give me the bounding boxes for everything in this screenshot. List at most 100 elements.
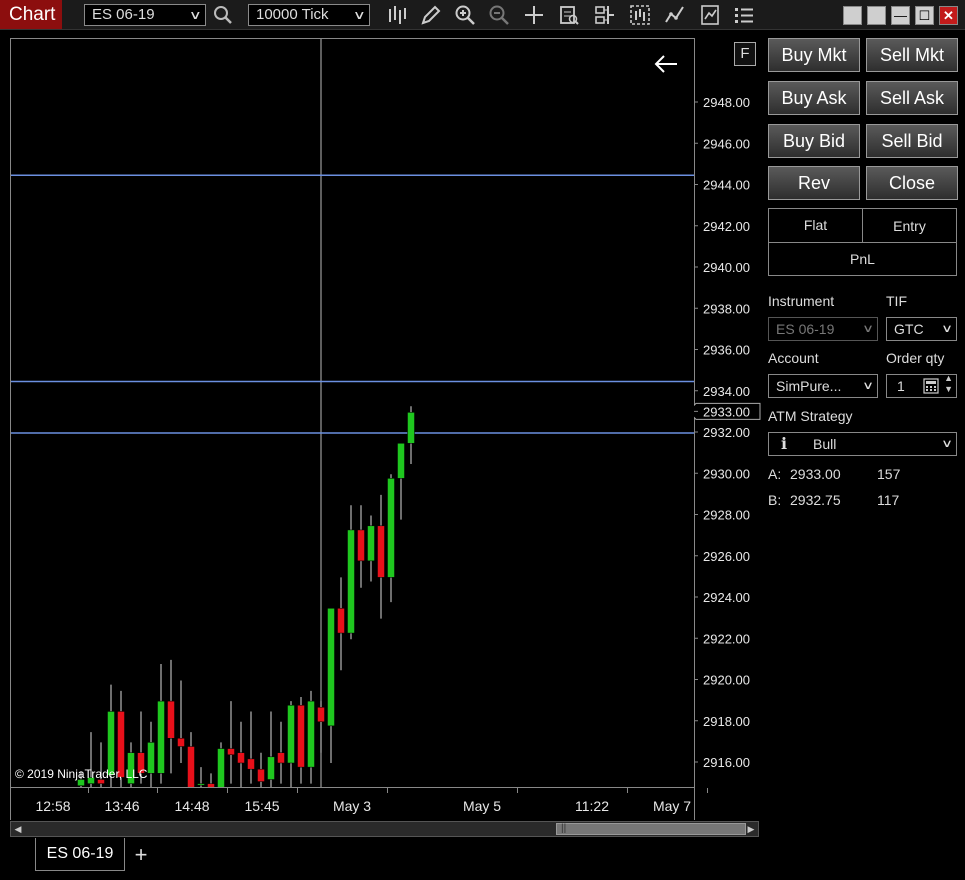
chart-scrollbar[interactable]: ◀ || ▶: [10, 821, 759, 837]
time-axis-label: 14:48: [174, 798, 210, 814]
candle-up: [307, 700, 315, 768]
instrument-selector[interactable]: ES 06-19 ∨: [84, 4, 206, 26]
templates-icon[interactable]: [698, 3, 722, 27]
reverse-button[interactable]: Rev: [768, 166, 860, 200]
scroll-left-icon[interactable]: ◀: [11, 822, 25, 836]
indicators-icon[interactable]: [593, 3, 617, 27]
account-select-value: SimPure...: [776, 378, 842, 394]
chart-panel[interactable]: © 2019 NinjaTrader, LLC: [10, 38, 695, 788]
price-axis-label: 2940.00: [703, 260, 750, 275]
scroll-right-icon[interactable]: ▶: [744, 822, 758, 836]
candle-down: [227, 748, 235, 755]
tif-label: TIF: [886, 293, 907, 309]
close-window-button[interactable]: ✕: [939, 6, 958, 25]
position-entry: Entry: [893, 218, 926, 234]
time-axis-tick: [297, 788, 298, 793]
atm-strategy-value: Bull: [813, 436, 837, 452]
grip-icon: ||: [561, 823, 567, 834]
bid-size: 117: [877, 492, 900, 508]
sell-mkt-button[interactable]: Sell Mkt: [866, 38, 958, 72]
candle-up: [367, 525, 375, 562]
buy-mkt-button[interactable]: Buy Mkt: [768, 38, 860, 72]
candle-down: [187, 746, 195, 787]
data-box-icon[interactable]: [557, 3, 581, 27]
ask-label: A:: [768, 466, 782, 482]
chart-properties-icon[interactable]: [628, 3, 652, 27]
sell-ask-button[interactable]: Sell Ask: [866, 81, 958, 115]
time-axis-tick: [227, 788, 228, 793]
candle-up: [147, 742, 155, 774]
strategies-icon[interactable]: [663, 3, 687, 27]
scroll-thumb[interactable]: ||: [556, 823, 746, 835]
zoom-out-icon[interactable]: [487, 3, 511, 27]
candle-down: [247, 758, 255, 770]
chevron-down-icon: ∨: [940, 438, 954, 450]
account-label: Account: [768, 350, 819, 366]
buy-bid-button[interactable]: Buy Bid: [768, 124, 860, 158]
time-axis-tick: [157, 788, 158, 793]
account-select[interactable]: SimPure... ∨: [768, 374, 878, 398]
copyright-text: © 2019 NinjaTrader, LLC: [15, 767, 148, 781]
info-icon[interactable]: i: [781, 434, 787, 453]
candle-down: [177, 738, 185, 747]
maximize-button[interactable]: ☐: [915, 6, 934, 25]
bid-price: 2932.75: [790, 492, 841, 508]
candle-down: [357, 529, 365, 562]
price-axis-label: 2942.00: [703, 219, 750, 234]
tif-select[interactable]: GTC ∨: [886, 317, 957, 341]
time-axis-tick: [517, 788, 518, 793]
price-axis-label: 2938.00: [703, 301, 750, 316]
price-axis-label: 2946.00: [703, 136, 750, 151]
arrow-left-icon[interactable]: [652, 50, 680, 78]
time-axis-label: 13:46: [104, 798, 140, 814]
candle-down: [277, 752, 285, 764]
window-option-button[interactable]: [843, 6, 862, 25]
tab-strip: ES 06-19 +: [0, 838, 965, 880]
candle-up: [407, 412, 415, 444]
buy-ask-button[interactable]: Buy Ask: [768, 81, 860, 115]
candle-down: [317, 707, 325, 722]
price-axis[interactable]: 2948.00 2946.00 2944.00 2942.00 2940.00 2938.…: [694, 38, 764, 788]
order-qty-stepper[interactable]: 1 ▲ ▼: [886, 374, 957, 398]
instrument-label: Instrument: [768, 293, 835, 309]
price-axis-label: 2936.00: [703, 343, 750, 358]
candle-up: [397, 443, 405, 479]
atm-strategy-select[interactable]: i Bull ∨: [768, 432, 957, 456]
time-axis[interactable]: 12:58 13:46 14:48 15:45 May 3 May 5 11:22 May 7: [10, 788, 708, 820]
search-icon[interactable]: [211, 3, 235, 27]
candle-down: [237, 752, 245, 764]
close-icon: ✕: [943, 8, 954, 23]
position-pnl: PnL: [850, 251, 875, 267]
price-chart[interactable]: [11, 39, 695, 788]
price-axis-label: 2934.00: [703, 384, 750, 399]
sell-bid-button[interactable]: Sell Bid: [866, 124, 958, 158]
stepper-arrows-icon[interactable]: ▲ ▼: [944, 375, 953, 395]
instrument-selector-value: ES 06-19: [92, 6, 155, 23]
zoom-in-icon[interactable]: [453, 3, 477, 27]
calculator-icon[interactable]: [923, 378, 939, 394]
price-axis-label: 2916.00: [703, 755, 750, 770]
bar-type-icon[interactable]: [385, 3, 409, 27]
candle-down: [167, 700, 175, 739]
close-position-button[interactable]: Close: [866, 166, 958, 200]
interval-selector[interactable]: 10000 Tick ∨: [248, 4, 370, 26]
price-axis-label: 2932.00: [703, 425, 750, 440]
bid-label: B:: [768, 492, 782, 508]
add-tab-button[interactable]: +: [128, 842, 154, 868]
list-menu-icon[interactable]: [732, 3, 756, 27]
minimize-button[interactable]: —: [891, 6, 910, 25]
f-button[interactable]: F: [734, 42, 756, 66]
window-option-button[interactable]: [867, 6, 886, 25]
price-axis-label: 2928.00: [703, 508, 750, 523]
candle-down: [297, 705, 305, 768]
price-axis-label: 2944.00: [703, 178, 750, 193]
price-axis-label: 2948.00: [703, 95, 750, 110]
drawing-tool-pencil-icon[interactable]: [419, 3, 443, 27]
tab-es-06-19[interactable]: ES 06-19: [35, 838, 125, 871]
crosshair-icon[interactable]: [522, 3, 546, 27]
time-axis-label: 15:45: [244, 798, 280, 814]
time-axis-label: May 5: [462, 798, 502, 814]
window-title: Chart: [0, 0, 62, 29]
chevron-down-icon: ∨: [861, 323, 875, 335]
order-qty-label: Order qty: [886, 350, 945, 366]
